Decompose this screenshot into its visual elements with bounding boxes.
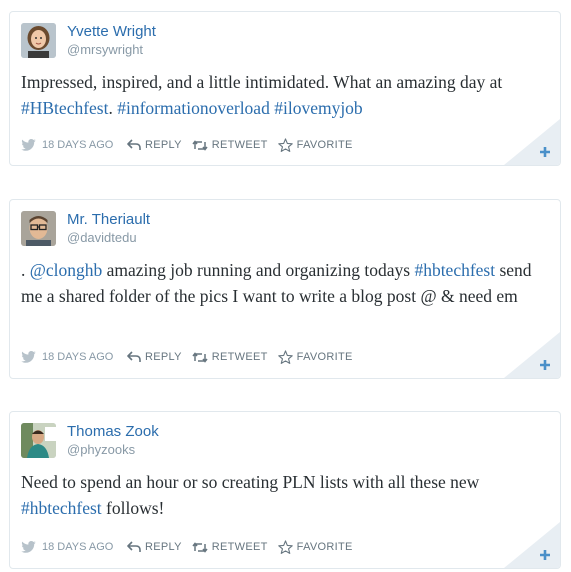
timestamp[interactable]: 18 DAYS AGO — [21, 139, 127, 151]
reply-button[interactable]: REPLY — [127, 541, 182, 553]
tweet-text: Need to spend an hour or so creating PLN… — [21, 469, 546, 521]
tweet-actions: 18 DAYS AGO REPLY RETWEET FAVORITE — [21, 348, 363, 366]
favorite-label: FAVORITE — [296, 541, 353, 553]
author-handle[interactable]: @mrsywright — [67, 42, 143, 57]
timestamp[interactable]: 18 DAYS AGO — [21, 541, 127, 553]
timestamp-text: 18 DAYS AGO — [42, 541, 114, 553]
hashtag-link[interactable]: #HBtechfest — [21, 98, 108, 118]
retweet-button[interactable]: RETWEET — [192, 139, 268, 151]
bird-icon — [21, 139, 36, 151]
star-icon — [277, 540, 293, 554]
plus-icon — [504, 522, 560, 568]
author-name[interactable]: Yvette Wright — [67, 23, 156, 40]
star-icon — [277, 350, 293, 364]
tweet-text-segment: Impressed, inspired, and a little intimi… — [21, 72, 503, 92]
tweet-card: Thomas Zook @phyzooks Need to spend an h… — [9, 411, 561, 569]
tweet-text-segment: . — [21, 260, 30, 280]
reply-label: REPLY — [145, 351, 182, 363]
tweet-text: . @clonghb amazing job running and organ… — [21, 257, 546, 309]
timestamp-text: 18 DAYS AGO — [42, 139, 114, 151]
retweet-icon — [192, 541, 208, 553]
retweet-label: RETWEET — [211, 139, 268, 151]
tweet-text: Impressed, inspired, and a little intimi… — [21, 69, 546, 121]
avatar[interactable] — [21, 423, 56, 458]
retweet-label: RETWEET — [211, 351, 268, 363]
tweet-actions: 18 DAYS AGO REPLY RETWEET FAVORITE — [21, 538, 363, 556]
tweet-actions: 18 DAYS AGO REPLY RETWEET FAVORITE — [21, 136, 363, 154]
reply-label: REPLY — [145, 541, 182, 553]
retweet-label: RETWEET — [211, 541, 268, 553]
bird-icon — [21, 351, 36, 363]
tweet-text-segment: amazing job running and organizing today… — [102, 260, 415, 280]
tweet-card: Yvette Wright @mrsywright Impressed, ins… — [9, 11, 561, 166]
mention-link[interactable]: @clonghb — [30, 260, 103, 280]
reply-label: REPLY — [145, 139, 182, 151]
favorite-button[interactable]: FAVORITE — [277, 350, 353, 364]
author-name[interactable]: Thomas Zook — [67, 423, 159, 440]
avatar[interactable] — [21, 23, 56, 58]
expand-button[interactable] — [504, 522, 560, 568]
favorite-button[interactable]: FAVORITE — [277, 540, 353, 554]
hashtag-link[interactable]: #ilovemyjob — [274, 98, 362, 118]
tweet-text-segment: follows! — [101, 498, 165, 518]
timestamp[interactable]: 18 DAYS AGO — [21, 351, 127, 363]
author-name[interactable]: Mr. Theriault — [67, 211, 150, 228]
plus-icon — [504, 119, 560, 165]
favorite-button[interactable]: FAVORITE — [277, 138, 353, 152]
tweet-text-segment: Need to spend an hour or so creating PLN… — [21, 472, 480, 492]
favorite-label: FAVORITE — [296, 351, 353, 363]
bird-icon — [21, 541, 36, 553]
reply-button[interactable]: REPLY — [127, 139, 182, 151]
reply-icon — [127, 541, 141, 552]
reply-button[interactable]: REPLY — [127, 351, 182, 363]
author-handle[interactable]: @phyzooks — [67, 442, 135, 457]
expand-button[interactable] — [504, 119, 560, 165]
reply-icon — [127, 351, 141, 362]
timestamp-text: 18 DAYS AGO — [42, 351, 114, 363]
favorite-label: FAVORITE — [296, 139, 353, 151]
star-icon — [277, 138, 293, 152]
expand-button[interactable] — [504, 332, 560, 378]
reply-icon — [127, 139, 141, 150]
hashtag-link[interactable]: #hbtechfest — [414, 260, 495, 280]
retweet-icon — [192, 139, 208, 151]
hashtag-link[interactable]: #hbtechfest — [21, 498, 102, 518]
hashtag-link[interactable]: #informationoverload — [117, 98, 270, 118]
retweet-button[interactable]: RETWEET — [192, 541, 268, 553]
retweet-button[interactable]: RETWEET — [192, 351, 268, 363]
plus-icon — [504, 332, 560, 378]
tweet-text-segment: . — [108, 98, 118, 118]
tweet-card: Mr. Theriault @davidtedu . @clonghb amaz… — [9, 199, 561, 379]
retweet-icon — [192, 351, 208, 363]
author-handle[interactable]: @davidtedu — [67, 230, 137, 245]
avatar[interactable] — [21, 211, 56, 246]
